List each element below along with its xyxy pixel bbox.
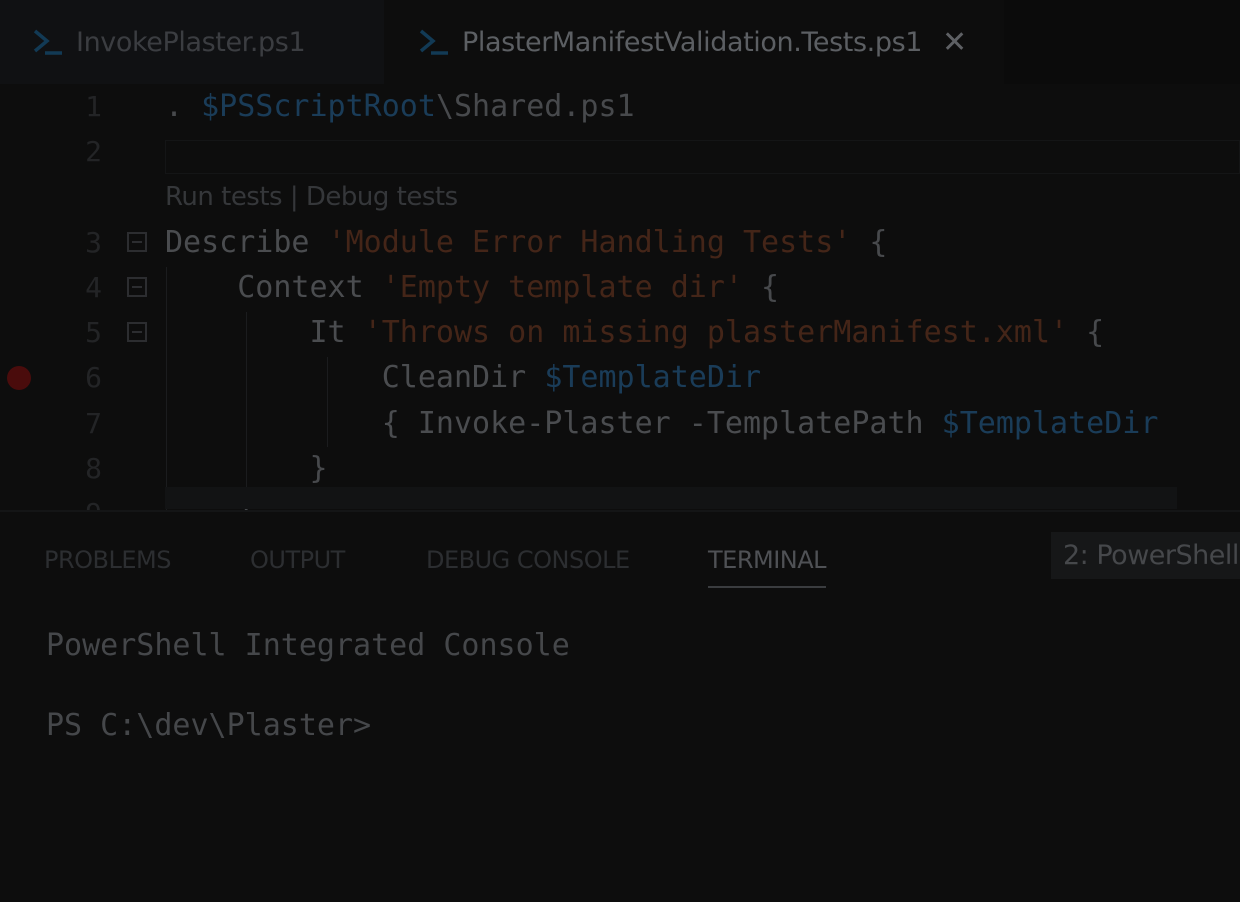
vscode-window: InvokePlaster.ps1 PlasterManifestValidat… (0, 0, 1240, 902)
powershell-icon (33, 29, 62, 55)
fold-collapse-icon[interactable] (127, 232, 147, 252)
tab-output[interactable]: OUTPUT (250, 546, 345, 574)
code-line-2: 2 (0, 129, 1240, 174)
line-number: 8 (85, 452, 102, 485)
code-line-1: 1 . $PSScriptRoot\Shared.ps1 (0, 84, 1240, 129)
code-text: . $PSScriptRoot\Shared.ps1 (165, 89, 635, 124)
line-number: 2 (85, 135, 102, 168)
code-line-3: 3 Describe 'Module Error Handling Tests'… (0, 220, 1240, 265)
horizontal-scrollbar[interactable] (165, 487, 1177, 509)
breakpoint-icon[interactable] (7, 366, 31, 390)
code-line-6: 6 CleanDir $TemplateDir (0, 355, 1240, 400)
close-icon[interactable]: ✕ (942, 25, 967, 60)
line-number: 3 (85, 226, 102, 259)
code-editor[interactable]: 1 . $PSScriptRoot\Shared.ps1 2 Run tests… (0, 84, 1240, 510)
terminal-instance-select[interactable]: 2: PowerShell Integrated Console (1051, 532, 1240, 579)
tab-label: PlasterManifestValidation.Tests.ps1 (462, 26, 923, 58)
tab-terminal[interactable]: TERMINAL (708, 546, 827, 588)
powershell-icon (419, 29, 448, 55)
editor-tab-bar: InvokePlaster.ps1 PlasterManifestValidat… (0, 0, 1240, 84)
line-number: 7 (85, 407, 102, 440)
terminal-output-line: PowerShell Integrated Console (46, 628, 570, 663)
run-tests-link[interactable]: Run tests (165, 182, 283, 212)
code-text: { Invoke-Plaster -TemplatePath $Template… (381, 406, 1159, 441)
line-number: 5 (85, 316, 102, 349)
debug-tests-link[interactable]: Debug tests (306, 182, 458, 212)
bottom-panel: PROBLEMS OUTPUT DEBUG CONSOLE TERMINAL 2… (0, 510, 1240, 902)
tab-plastermanifestvalidation-tests[interactable]: PlasterManifestValidation.Tests.ps1 ✕ (384, 0, 1004, 84)
code-text: It 'Throws on missing plasterManifest.xm… (309, 315, 1105, 350)
line-number: 6 (85, 361, 102, 394)
code-line-7: 7 { Invoke-Plaster -TemplatePath $Templa… (0, 401, 1240, 446)
tab-label: InvokePlaster.ps1 (76, 26, 306, 58)
codelens-separator: | (282, 182, 306, 212)
fold-collapse-icon[interactable] (127, 277, 147, 297)
tab-debug-console[interactable]: DEBUG CONSOLE (426, 546, 630, 574)
code-line-4: 4 Context 'Empty template dir' { (0, 265, 1240, 310)
line-number: 4 (85, 271, 102, 304)
tab-invokeplaster[interactable]: InvokePlaster.ps1 (0, 0, 384, 84)
code-text: CleanDir $TemplateDir (381, 360, 762, 395)
code-text: } (309, 451, 328, 486)
code-line-8: 8 } (0, 446, 1240, 491)
tab-problems[interactable]: PROBLEMS (44, 546, 171, 574)
codelens: Run tests | Debug tests (165, 182, 458, 212)
code-text: Describe 'Module Error Handling Tests' { (165, 225, 888, 260)
terminal-prompt[interactable]: PS C:\dev\Plaster> (46, 708, 371, 743)
fold-collapse-icon[interactable] (127, 322, 147, 342)
code-text: Context 'Empty template dir' { (237, 270, 780, 305)
line-number: 1 (85, 90, 102, 123)
line-number: 9 (60, 491, 102, 510)
code-line-5: 5 It 'Throws on missing plasterManifest.… (0, 310, 1240, 355)
